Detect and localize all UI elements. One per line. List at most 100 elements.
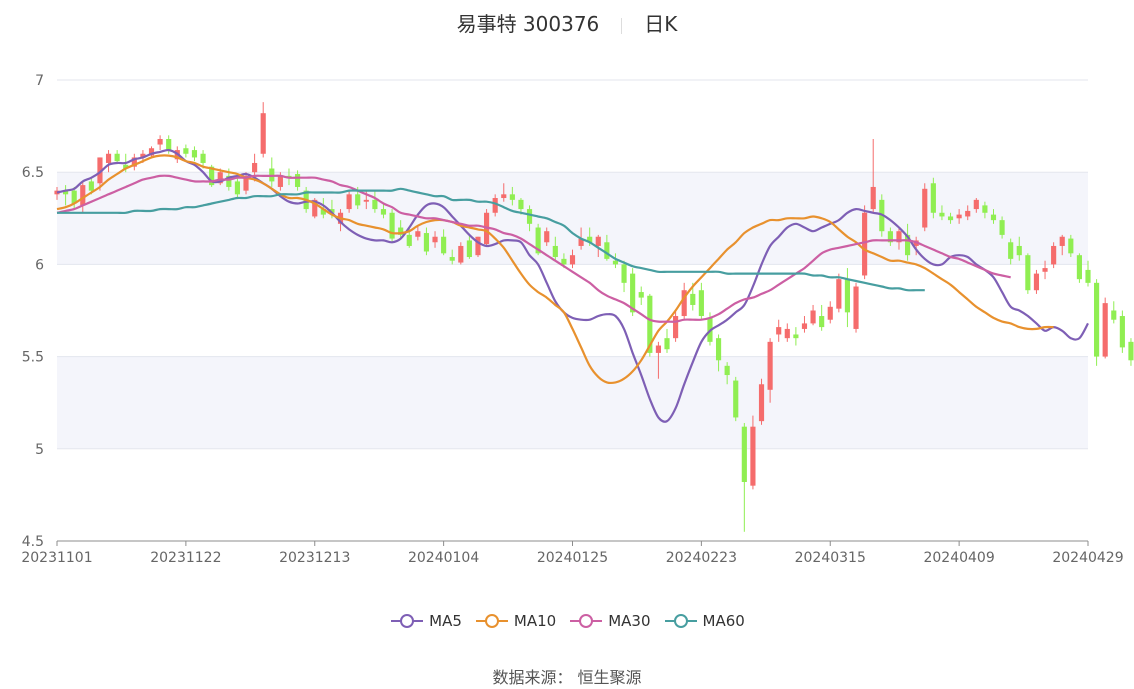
candle [698, 282, 704, 320]
candle-body [1025, 255, 1031, 291]
candle-body [999, 220, 1005, 235]
candle [784, 323, 790, 342]
candle-body [88, 181, 94, 191]
candle-body [166, 139, 172, 151]
candle-body [939, 212, 945, 217]
candle-body [415, 231, 421, 237]
candle [105, 150, 112, 173]
x-axis: 20231101 20231122 20231213 20240104 20240125… [21, 540, 1124, 566]
candle [922, 183, 928, 232]
candle-body [784, 328, 790, 339]
candle-body [862, 212, 868, 276]
candle-body [956, 214, 962, 219]
candle [827, 301, 833, 324]
candle [793, 327, 799, 346]
y-tick-label: 5 [35, 442, 44, 458]
candle-body [595, 236, 601, 246]
legend-label: MA5 [429, 612, 462, 630]
candle-body [389, 212, 395, 239]
legend-item-ma10[interactable]: MA10 [474, 612, 556, 630]
legend: MA5 MA10 MA30 MA60 [0, 612, 1134, 633]
candle-body [1016, 245, 1022, 256]
candle-body [1076, 255, 1082, 280]
candle [1128, 338, 1134, 366]
candle-body [260, 113, 266, 154]
candle-body [793, 334, 799, 339]
candle [750, 415, 756, 490]
candle-body [724, 365, 730, 376]
candle-body [776, 327, 782, 335]
candle-body [1068, 238, 1074, 254]
candle [930, 177, 936, 219]
candle-body [1059, 236, 1065, 246]
candle [1119, 310, 1125, 353]
candle-body [844, 279, 851, 313]
x-tick-label: 20240125 [537, 550, 608, 566]
legend-item-ma60[interactable]: MA60 [663, 612, 745, 630]
y-tick-label: 7 [35, 73, 44, 89]
candle-body [819, 316, 825, 328]
data-source: 数据来源： 恒生聚源 [492, 668, 642, 687]
y-tick-label: 5.5 [22, 350, 44, 366]
candle-body [518, 199, 524, 210]
legend-marker-icon [664, 614, 697, 628]
candle [844, 268, 851, 328]
candle [741, 422, 747, 532]
candle-body [827, 306, 833, 320]
x-tick-label: 20231122 [150, 550, 221, 566]
legend-item-ma30[interactable]: MA30 [568, 612, 651, 630]
candle-body [423, 233, 430, 252]
candle-body [492, 198, 498, 213]
candle-body [758, 384, 765, 422]
candle [853, 282, 859, 333]
candle [1076, 253, 1082, 283]
candle [157, 135, 163, 151]
legend-item-ma5[interactable]: MA5 [389, 612, 462, 630]
candle-body [810, 310, 816, 324]
candle [664, 328, 670, 353]
x-tick-label: 20240429 [1052, 550, 1123, 566]
candle-body [363, 199, 369, 202]
legend-label: MA10 [513, 612, 557, 630]
candle-body [612, 260, 619, 265]
candle-body [475, 236, 481, 256]
candle-body [380, 209, 387, 215]
y-tick-label: 4.5 [22, 534, 44, 550]
candle-body [449, 257, 455, 261]
grid-lines [57, 79, 1088, 542]
candle-body [1111, 310, 1117, 320]
candle-body [715, 338, 722, 361]
x-tick-label: 20240223 [666, 550, 737, 566]
candle-body [458, 245, 464, 263]
y-axis: 4.5 5 5.5 6 6.5 7 [22, 73, 44, 550]
candle-body [544, 231, 550, 243]
candle-body [922, 188, 928, 228]
candle [1033, 269, 1040, 294]
candle-body [698, 290, 704, 317]
candle-body [638, 292, 644, 298]
candle-body [1102, 303, 1108, 357]
candle-body [741, 426, 747, 482]
x-tick-label: 20231101 [21, 550, 92, 566]
candle-body [501, 194, 507, 199]
candle-body [80, 185, 86, 206]
legend-marker-icon [391, 614, 424, 628]
candle [1051, 242, 1057, 269]
candle [819, 304, 825, 331]
candle-body [1008, 242, 1014, 259]
candle-body [372, 199, 378, 210]
candle-body [870, 186, 876, 210]
candle-body [1128, 341, 1134, 361]
y-tick-label: 6.5 [22, 165, 44, 181]
candle [389, 209, 395, 243]
candle-body [973, 199, 979, 210]
legend-label: MA30 [608, 612, 651, 630]
candle-body [1033, 273, 1040, 291]
candle [1094, 279, 1100, 366]
candle-body [733, 380, 739, 418]
candle-body [252, 162, 258, 173]
candle [673, 310, 679, 342]
candle-body [664, 338, 670, 350]
candle-body [930, 183, 936, 213]
candle [1102, 297, 1108, 359]
